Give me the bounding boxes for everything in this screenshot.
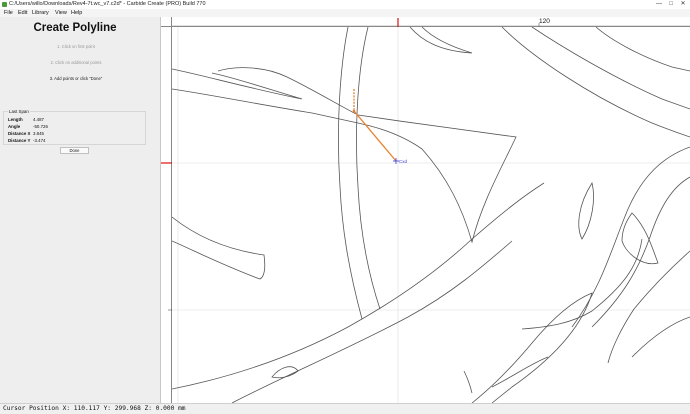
menu-help[interactable]: Help: [71, 9, 82, 17]
minimize-button[interactable]: —: [653, 0, 665, 9]
ruler-corner: [161, 17, 172, 27]
close-button[interactable]: ✕: [677, 0, 689, 9]
angle-value: -50.726: [33, 124, 48, 129]
step-2-instruction: 2. Click on additional points: [50, 60, 102, 65]
last-span-legend: Last Span: [8, 109, 30, 114]
app-logo-icon: [2, 2, 7, 7]
cursor-label: Cxd: [399, 159, 407, 164]
menu-library[interactable]: Library: [32, 9, 49, 17]
done-button[interactable]: Done: [60, 147, 89, 154]
left-ruler-ticks: [161, 162, 172, 311]
distance-y-label: Distance Y: [8, 138, 31, 143]
length-label: Length: [8, 117, 23, 122]
step-1-instruction: 1. Click on first point: [57, 44, 95, 49]
top-ruler[interactable]: 120: [172, 17, 690, 27]
active-polyline: [352, 89, 397, 162]
angle-label: Angle: [8, 124, 21, 129]
panel-title: Create Polyline: [33, 22, 117, 34]
vector-drawing: Cxd: [172, 27, 690, 403]
distance-y-value: -3.474: [33, 138, 46, 143]
menu-view[interactable]: View: [55, 9, 67, 17]
length-value: 4.487: [33, 117, 44, 122]
window-title: C:/Users/willo/Downloads/Rev4-7t.wc_v7.c…: [9, 1, 206, 7]
menu-bar: File Edit Library View Help: [0, 9, 690, 17]
distance-x-value: 3.845: [33, 131, 44, 136]
vector-shapes: [172, 27, 690, 403]
maximize-button[interactable]: □: [665, 0, 677, 9]
left-ruler[interactable]: [161, 27, 172, 403]
ruler-tick-label: 120: [539, 18, 550, 25]
tool-panel: Create Polyline 1. Click on first point …: [0, 17, 161, 403]
step-3-instruction: 3. Add points or click "Done": [49, 76, 103, 81]
top-ruler-ticks: [172, 18, 690, 27]
distance-x-label: Distance X: [8, 131, 31, 136]
menu-file[interactable]: File: [4, 9, 13, 17]
status-bar: Cursor Position X: 110.117 Y: 299.968 Z:…: [0, 403, 690, 414]
design-canvas[interactable]: Cxd: [172, 27, 690, 403]
menu-edit[interactable]: Edit: [18, 9, 27, 17]
last-span-group: Last Span Length 4.487 Angle -50.726 Dis…: [3, 109, 146, 145]
title-bar: C:/Users/willo/Downloads/Rev4-7t.wc_v7.c…: [0, 0, 690, 9]
